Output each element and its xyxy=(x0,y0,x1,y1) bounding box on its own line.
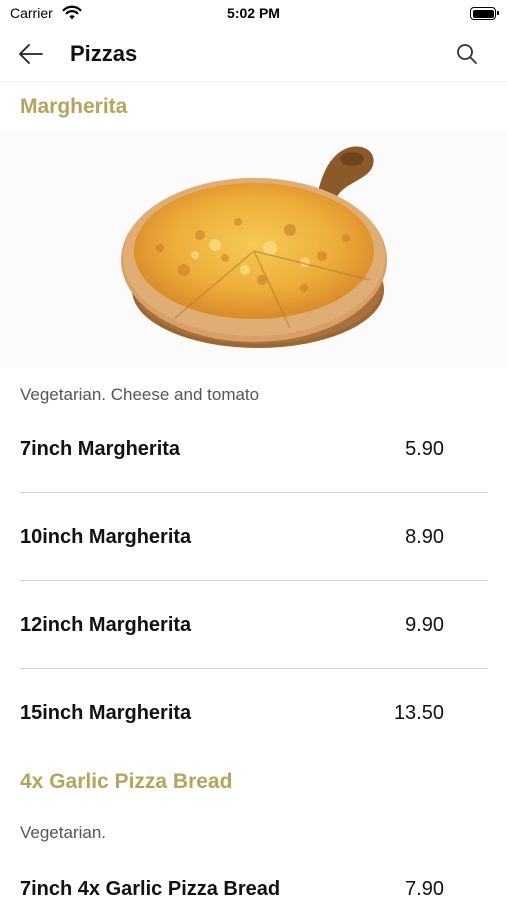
arrow-left-icon[interactable] xyxy=(17,42,45,66)
menu-item-row[interactable]: 15inch Margherita 13.50 xyxy=(20,669,488,757)
battery-icon xyxy=(470,7,499,20)
pizza-illustration xyxy=(121,146,387,348)
item-price: 5.90 xyxy=(405,438,444,460)
section-description-garlic-pizza-bread: Vegetarian. xyxy=(20,823,107,842)
item-name: 10inch Margherita xyxy=(20,526,192,548)
item-name: 15inch Margherita xyxy=(20,702,192,724)
item-price: 13.50 xyxy=(393,702,444,724)
pizza-image xyxy=(0,130,507,368)
item-price: 7.90 xyxy=(405,878,444,900)
section-title-margherita: Margherita xyxy=(20,95,128,118)
search-icon[interactable] xyxy=(455,42,479,66)
nav-bar: Pizzas xyxy=(0,28,507,82)
menu-item-row[interactable]: 10inch Margherita 8.90 xyxy=(20,493,488,581)
status-bar: Carrier 5:02 PM xyxy=(0,0,507,28)
menu-item-row[interactable]: 12inch Margherita 9.90 xyxy=(20,581,488,669)
menu-item-row[interactable]: 7inch 4x Garlic Pizza Bread 7.90 xyxy=(20,845,488,900)
menu-item-row[interactable]: 7inch Margherita 5.90 xyxy=(20,405,488,493)
item-price: 9.90 xyxy=(405,614,444,636)
page-title: Pizzas xyxy=(70,41,138,66)
section-title-garlic-pizza-bread: 4x Garlic Pizza Bread xyxy=(20,770,233,793)
item-name: 7inch Margherita xyxy=(20,438,181,460)
status-time: 5:02 PM xyxy=(227,5,280,21)
item-name: 12inch Margherita xyxy=(20,614,192,636)
item-price: 8.90 xyxy=(405,526,444,548)
section-description-margherita: Vegetarian. Cheese and tomato xyxy=(20,385,260,404)
item-name: 7inch 4x Garlic Pizza Bread xyxy=(20,878,281,900)
